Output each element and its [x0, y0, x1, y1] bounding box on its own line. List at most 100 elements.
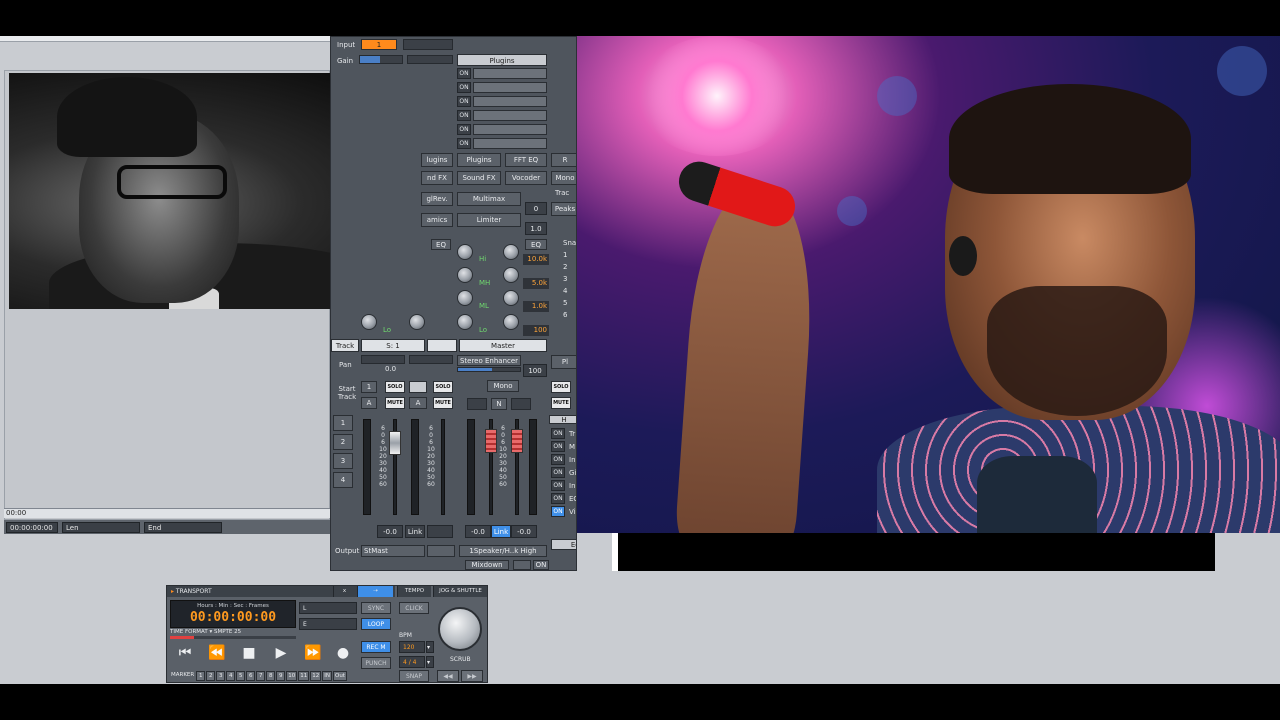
master-fader-right[interactable] [511, 429, 523, 453]
plugin-slot-6[interactable] [473, 138, 547, 149]
limiter-button[interactable]: Limiter [457, 213, 521, 227]
snap-2[interactable]: 2 [563, 263, 567, 271]
video-timeline[interactable]: 00:00 [4, 508, 330, 518]
marker-7[interactable]: 7 [256, 670, 266, 681]
punch-button[interactable]: PUNCH [361, 657, 391, 669]
pan-slider-left[interactable] [361, 355, 405, 364]
signature-dropdown-icon[interactable]: ▾ [426, 656, 434, 668]
input-select[interactable]: 1 [361, 39, 397, 50]
video-len-field[interactable]: Len [62, 521, 140, 533]
track-knob-2[interactable] [409, 314, 425, 330]
track-solo-button[interactable]: SOLO [385, 381, 405, 393]
position-bar[interactable] [170, 636, 296, 639]
track-fader-value[interactable]: -0.0 [377, 525, 403, 538]
marker-4[interactable]: 4 [226, 670, 236, 681]
marker-5[interactable]: 5 [236, 670, 246, 681]
eq-button-right[interactable]: EQ [525, 239, 547, 250]
snap-5[interactable]: 5 [563, 299, 567, 307]
rewind-to-start-icon[interactable]: ⏮ [173, 642, 197, 664]
marker-2[interactable]: 2 [206, 670, 216, 681]
stereo-enhancer-bar[interactable] [457, 367, 521, 372]
plugin-slot-1[interactable] [473, 68, 547, 79]
eq-ml-gain-knob[interactable] [457, 290, 473, 306]
small-value-0[interactable]: 0 [525, 202, 547, 215]
plugin-on-6[interactable]: ON [457, 138, 471, 149]
track-blank-button[interactable] [409, 381, 427, 393]
eq-mh-freq-knob[interactable] [503, 267, 519, 283]
snap-1[interactable]: 1 [563, 251, 567, 259]
mixdown-button[interactable]: Mixdown [465, 560, 509, 570]
pan-slider-right[interactable] [409, 355, 453, 364]
plugin-slot-5[interactable] [473, 124, 547, 135]
master-fader-left[interactable] [485, 429, 497, 453]
master-n-button[interactable]: N [491, 398, 507, 410]
eq-lo-freq-knob[interactable] [503, 314, 519, 330]
gain-slider-2[interactable] [407, 55, 453, 64]
signature-field[interactable]: 4 / 4 [399, 656, 425, 668]
gain-slider[interactable] [359, 55, 403, 64]
snap-4[interactable]: 4 [563, 287, 567, 295]
marker-12[interactable]: 12 [310, 670, 322, 681]
eq-lo-gain-knob[interactable] [457, 314, 473, 330]
track-knob-1[interactable] [361, 314, 377, 330]
fx-col1-2[interactable]: nd FX [421, 171, 453, 185]
start-track-4[interactable]: 4 [333, 472, 353, 488]
track-link-button[interactable]: Link [405, 525, 425, 538]
multimax-button[interactable]: Multimax [457, 192, 521, 206]
marker-3[interactable]: 3 [216, 670, 226, 681]
rec-mode-button[interactable]: REC M [361, 641, 391, 653]
marker-1[interactable]: 1 [196, 670, 206, 681]
right-mute-button[interactable]: MUTE [551, 397, 571, 409]
marker-8[interactable]: 8 [266, 670, 276, 681]
marker-out[interactable]: Out [332, 670, 347, 681]
fx-col1-4[interactable]: amics [421, 213, 453, 227]
marker-9[interactable]: 9 [276, 670, 286, 681]
plugin-on-5[interactable]: ON [457, 124, 471, 135]
jog-shuttle-tab[interactable]: JOG & SHUTTLE [433, 586, 487, 597]
rack-on-3[interactable]: ON [551, 454, 565, 465]
master-blank-1[interactable] [467, 398, 487, 410]
loop-end-locator[interactable]: E [299, 618, 357, 630]
plugins-button[interactable]: Plugins [457, 153, 501, 167]
plugin-on-2[interactable]: ON [457, 82, 471, 93]
plugin-slot-4[interactable] [473, 110, 547, 121]
eq-mh-gain-knob[interactable] [457, 267, 473, 283]
fft-eq-button[interactable]: FFT EQ [505, 153, 547, 167]
rewind-icon[interactable]: ⏪ [205, 642, 229, 664]
right-solo-button[interactable]: SOLO [551, 381, 571, 393]
snap-3[interactable]: 3 [563, 275, 567, 283]
play-icon[interactable]: ▶ [269, 642, 293, 664]
r-button[interactable]: R [551, 153, 576, 167]
marker-in[interactable]: IN [322, 670, 332, 681]
bpm-dropdown-icon[interactable]: ▾ [426, 641, 434, 653]
rack-on-4[interactable]: ON [551, 467, 565, 478]
shuttle-back-icon[interactable]: ◀◀ [437, 670, 459, 682]
plugin-slot-3[interactable] [473, 96, 547, 107]
start-track-3[interactable]: 3 [333, 453, 353, 469]
marker-10[interactable]: 10 [286, 670, 298, 681]
mixdown-extra[interactable] [513, 560, 531, 570]
plugin-on-4[interactable]: ON [457, 110, 471, 121]
eq-ml-freq-knob[interactable] [503, 290, 519, 306]
rack-on-1[interactable]: ON [551, 428, 565, 439]
tempo-tab[interactable]: TEMPO [397, 586, 431, 597]
stereo-enhancer-button[interactable]: Stereo Enhancer [457, 355, 521, 366]
fast-forward-icon[interactable]: ⏩ [301, 642, 325, 664]
eq-hi-freq-knob[interactable] [503, 244, 519, 260]
eq-button-left[interactable]: EQ [431, 239, 451, 250]
sync-button[interactable]: SYNC [361, 602, 391, 614]
plugin-on-1[interactable]: ON [457, 68, 471, 79]
rack-on-6[interactable]: ON [551, 493, 565, 504]
ph-button[interactable]: Pl [551, 355, 576, 369]
transport-collapse-button[interactable]: ⇢ [357, 586, 393, 597]
track2-automation-button[interactable]: A [409, 397, 427, 409]
bpm-field[interactable]: 120 [399, 641, 425, 653]
track-name[interactable]: S: 1 [361, 339, 425, 352]
track-mute-button[interactable]: MUTE [385, 397, 405, 409]
marker-6[interactable]: 6 [246, 670, 256, 681]
stereo-enhancer-value[interactable]: 100 [523, 364, 547, 377]
track-number-button[interactable]: 1 [361, 381, 377, 393]
output-extra[interactable] [427, 545, 455, 557]
start-track-1[interactable]: 1 [333, 415, 353, 431]
sound-fx-button[interactable]: Sound FX [457, 171, 501, 185]
